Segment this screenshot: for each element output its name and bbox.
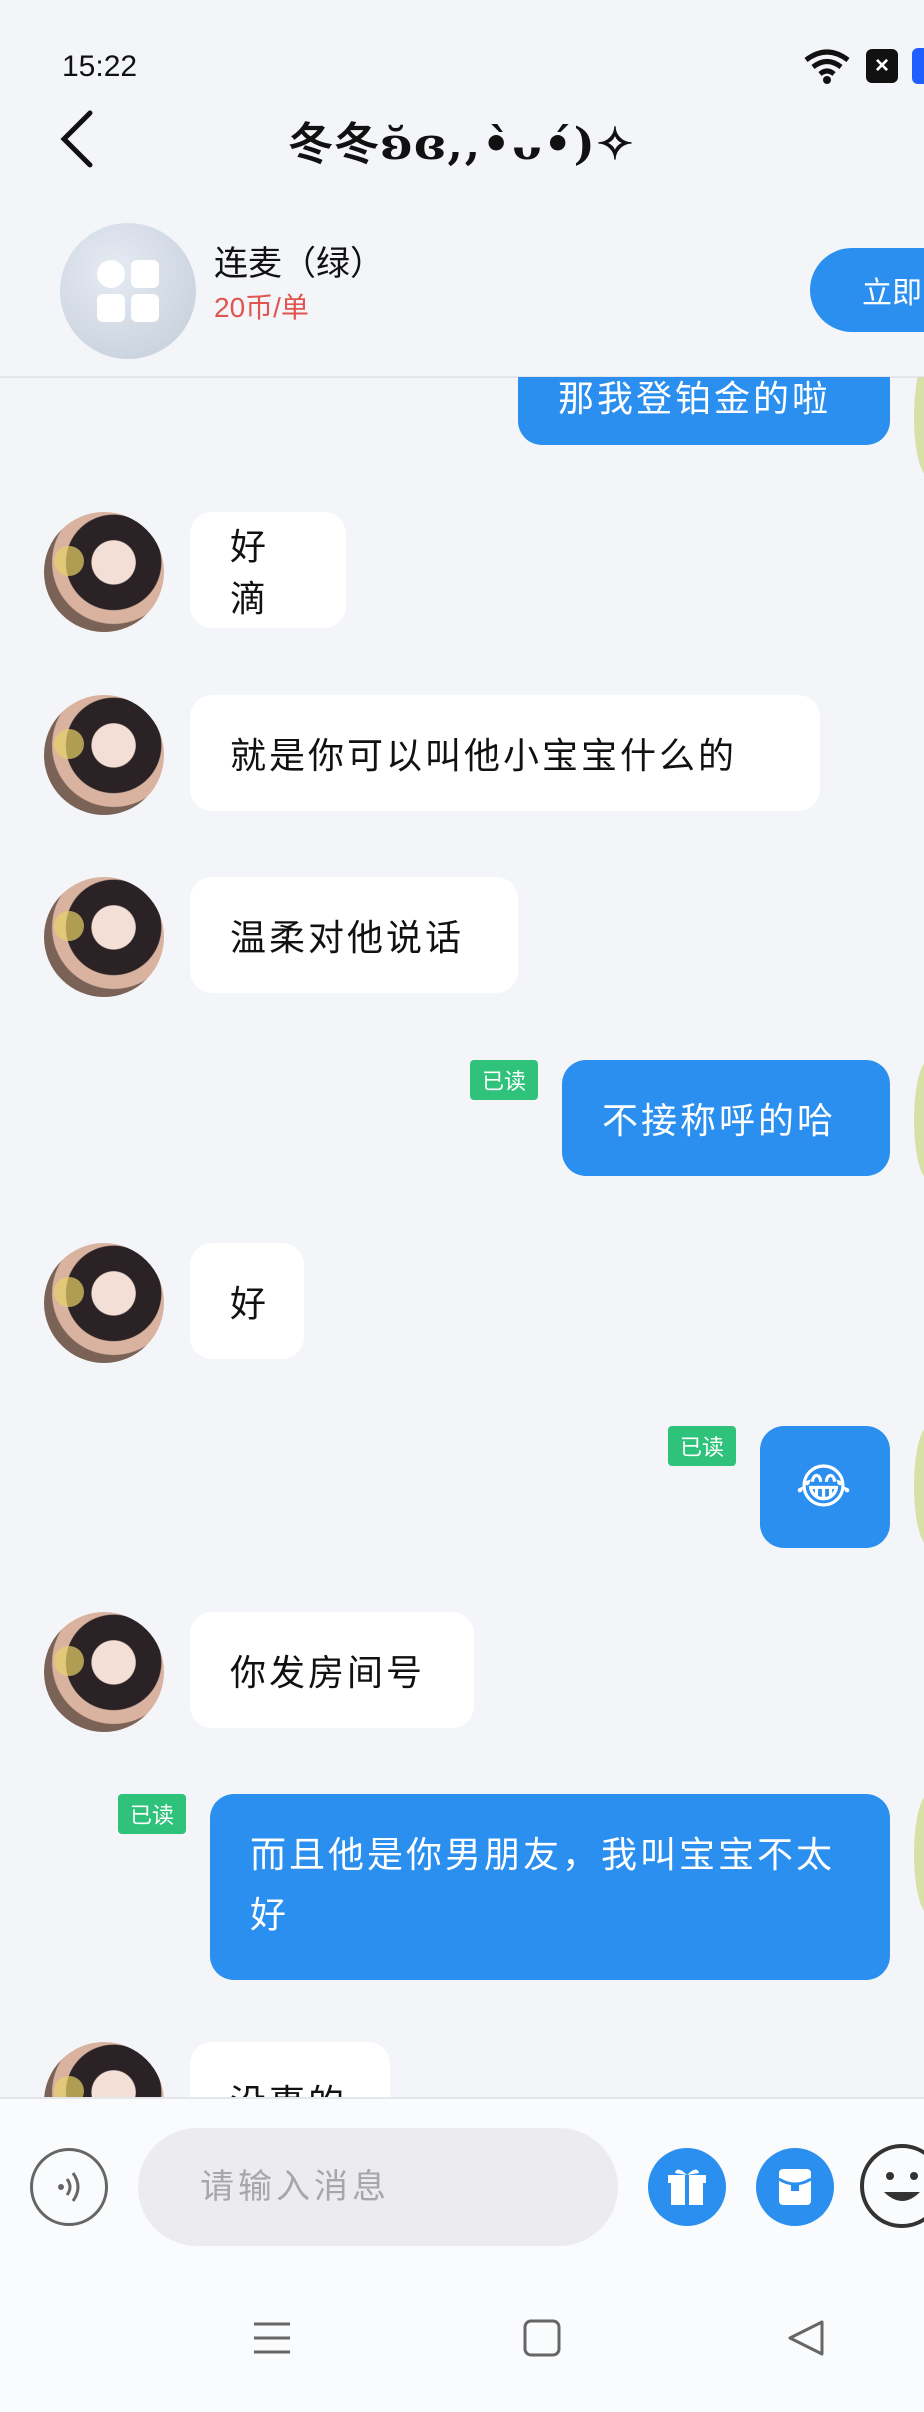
menu-button[interactable] [252, 2318, 292, 2369]
message-bubble-received[interactable]: 没事的 [190, 2042, 390, 2097]
voice-button[interactable] [30, 2148, 108, 2226]
avatar[interactable] [44, 1612, 164, 1732]
emoji-button[interactable] [860, 2144, 924, 2228]
back-triangle-icon [788, 2320, 824, 2356]
message-text: 你发房间号 [230, 1653, 426, 1694]
message-text: 那我登铂金的啦 [558, 379, 832, 420]
message-text: 温柔对他说话 [230, 918, 465, 959]
message-bubble-sent[interactable]: 那我登铂金的啦 [518, 377, 890, 445]
menu-icon [254, 2322, 290, 2354]
message-text: 不接称呼的哈 [602, 1101, 837, 1142]
gift-icon [668, 2169, 706, 2205]
my-avatar[interactable] [914, 1060, 924, 1180]
message-bubble-received[interactable]: 就是你可以叫他小宝宝什么的 [190, 695, 820, 811]
red-packet-button[interactable] [756, 2148, 834, 2226]
page-title: 冬冬ʚ̆ɞ,,•̀ᴗ•́)✧ [288, 119, 636, 170]
message-text: 没事的 [230, 2074, 347, 2097]
service-price: 20币/单 [214, 292, 309, 323]
message-bubble-sent[interactable]: 😂 [760, 1426, 890, 1548]
message-bubble-sent[interactable]: 而且他是你男朋友，我叫宝宝不太好 [210, 1794, 890, 1980]
chat-title: 冬冬ʚ̆ɞ,,•̀ᴗ•́)✧ [0, 108, 924, 172]
message-bubble-sent[interactable]: 不接称呼的哈 [562, 1060, 890, 1176]
message-bubble-received[interactable]: 温柔对他说话 [190, 877, 518, 993]
message-text: 而且他是你男朋友，我叫宝宝不太好 [250, 1835, 836, 1936]
message-input[interactable] [138, 2128, 618, 2246]
avatar[interactable] [44, 512, 164, 632]
message-bubble-received[interactable]: 你发房间号 [190, 1612, 474, 1728]
voice-icon [58, 2172, 80, 2202]
my-avatar[interactable] [914, 1794, 924, 1914]
message-text: 就是你可以叫他小宝宝什么的 [230, 736, 738, 777]
status-time: 15:22 [62, 50, 138, 83]
read-badge: 已读 [470, 1060, 538, 1100]
order-now-button[interactable]: 立即 [810, 248, 924, 332]
my-avatar[interactable] [914, 1426, 924, 1546]
laughing-emoji: 😂 [795, 1459, 855, 1515]
no-sim-icon: × [866, 49, 898, 83]
read-badge: 已读 [668, 1426, 736, 1466]
message-bubble-received[interactable]: 好滴 [190, 512, 346, 628]
avatar[interactable] [44, 1243, 164, 1363]
service-name: 连麦（绿） [214, 244, 384, 284]
gift-button[interactable] [648, 2148, 726, 2226]
nav-back-button[interactable] [786, 2318, 826, 2369]
avatar[interactable] [44, 877, 164, 997]
my-avatar[interactable] [914, 377, 924, 477]
home-button[interactable] [522, 2318, 562, 2369]
message-text: 好滴 [230, 527, 270, 620]
avatar[interactable] [44, 2042, 164, 2097]
apps-icon [97, 260, 159, 322]
chat-list[interactable]: 那我登铂金的啦 好滴 就是你可以叫他小宝宝什么的 温柔对他说话 已读 不接称呼的… [0, 377, 924, 2097]
avatar[interactable] [44, 695, 164, 815]
message-bubble-received[interactable]: 好 [190, 1243, 304, 1359]
message-text: 好 [230, 1284, 270, 1325]
status-icons: × [802, 48, 924, 84]
emoji-icon [884, 2172, 920, 2201]
read-badge: 已读 [118, 1794, 186, 1834]
service-icon [60, 223, 196, 359]
home-icon [523, 2319, 561, 2357]
wifi-icon [804, 49, 850, 84]
battery-icon [912, 48, 924, 84]
red-packet-icon [778, 2169, 812, 2205]
